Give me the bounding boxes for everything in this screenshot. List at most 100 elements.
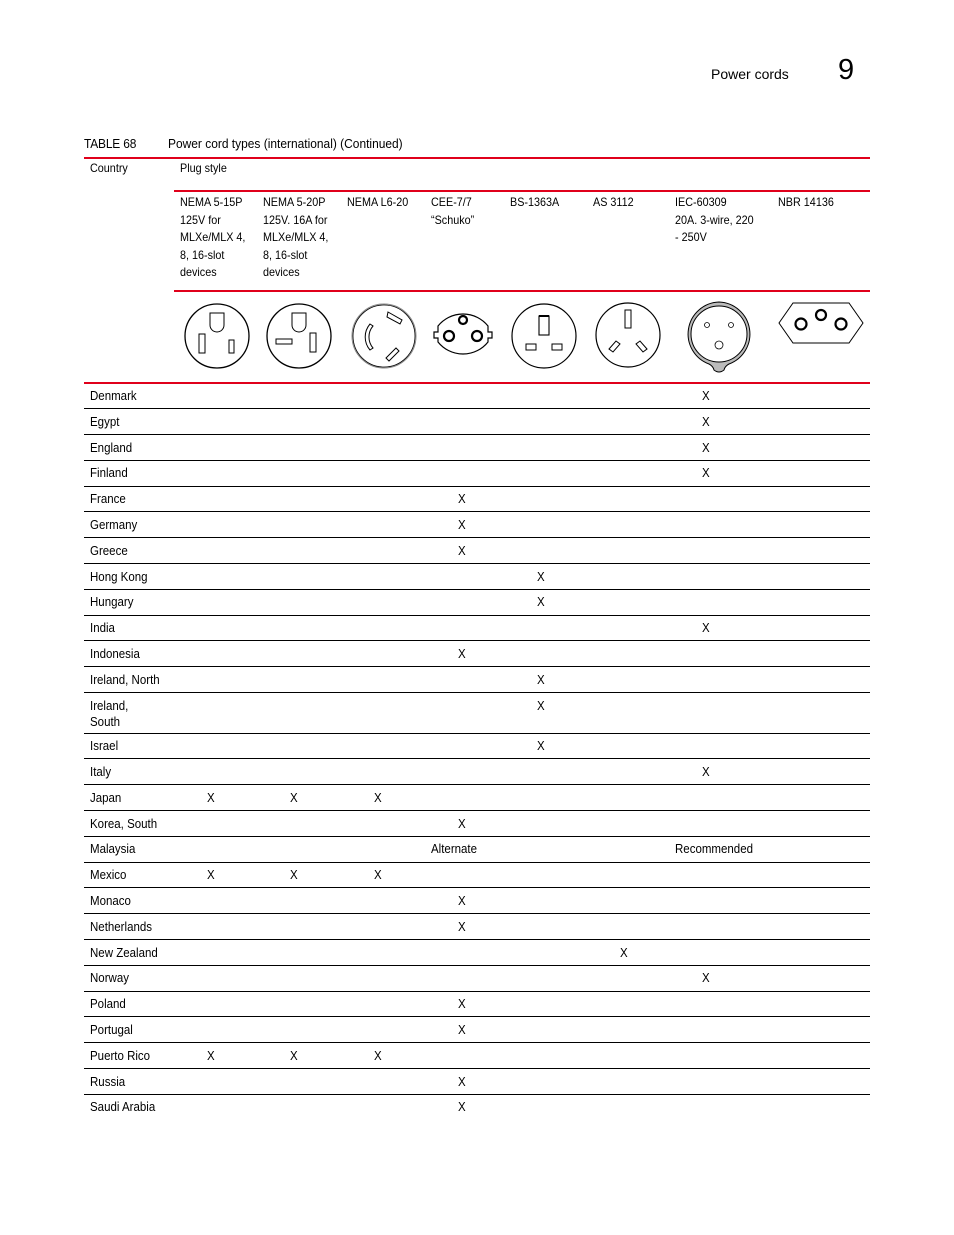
- table-row: France X: [84, 487, 870, 513]
- support-mark: X: [458, 1022, 466, 1037]
- country-cell: Russia: [90, 1074, 126, 1089]
- table-row: Germany X: [84, 513, 870, 539]
- support-mark: X: [537, 569, 545, 584]
- support-mark: X: [537, 739, 545, 754]
- support-mark: X: [458, 997, 466, 1012]
- support-mark: X: [207, 868, 215, 883]
- country-cell: England: [90, 440, 133, 455]
- country-cell: Monaco: [90, 893, 131, 908]
- column-header-line: NBR 14136: [778, 195, 834, 209]
- support-mark: X: [458, 518, 466, 532]
- support-mark: X: [290, 1048, 298, 1063]
- nema-l6-20-plug-icon: [351, 303, 417, 369]
- table-label: TABLE 68: [84, 136, 137, 151]
- support-mark: X: [290, 790, 298, 805]
- support-mark: X: [537, 672, 545, 687]
- table-row: Finland X: [84, 461, 870, 487]
- support-mark: X: [458, 647, 466, 661]
- table-row: Denmark X: [84, 384, 870, 410]
- table-row: Russia X: [84, 1070, 870, 1095]
- country-cell: Indonesia: [90, 647, 140, 661]
- country-cell: Japan: [90, 790, 122, 805]
- section-title: Power cords: [711, 66, 789, 82]
- support-mark: X: [374, 790, 382, 805]
- support-mark: X: [458, 1100, 466, 1115]
- support-mark: X: [702, 414, 710, 429]
- table-top-rule: [84, 157, 870, 159]
- country-cell: Korea, South: [90, 816, 158, 831]
- column-header-nema-5-20p: NEMA 5-20P 125V. 16A for MLXe/MLX 4, 8, 16-…: [263, 194, 328, 282]
- country-cell: Germany: [90, 518, 138, 532]
- support-mark: X: [374, 1048, 382, 1063]
- country-cell: Poland: [90, 997, 126, 1012]
- table-row: Malaysia Alternate Recommended: [84, 837, 870, 863]
- country-cell: Netherlands: [90, 919, 153, 934]
- country-cell: Hungary: [90, 595, 134, 610]
- column-header-line: 8, 16-slot: [263, 247, 308, 262]
- country-cell: Mexico: [90, 868, 127, 883]
- table-row: Egypt X: [84, 410, 870, 436]
- column-header-nema-5-15p: NEMA 5-15P 125V for MLXe/MLX 4, 8, 16-slot d…: [180, 194, 245, 282]
- country-cell: Greece: [90, 543, 128, 558]
- schuko-plug-icon: [433, 313, 493, 355]
- country-cell: Ireland, South: [90, 698, 129, 729]
- column-header-line: MLXe/MLX 4,: [263, 230, 329, 244]
- table-row: Poland X: [84, 992, 870, 1018]
- column-header-line: NEMA 5-15P: [180, 195, 243, 209]
- table-row: Hungary X: [84, 590, 870, 616]
- table-row: Ireland, North X: [84, 668, 870, 694]
- column-header-line: MLXe/MLX 4,: [180, 230, 246, 244]
- table-row: Portugal X: [84, 1018, 870, 1044]
- country-cell: Finland: [90, 466, 128, 481]
- support-mark: X: [702, 764, 710, 779]
- support-mark: X: [458, 492, 466, 507]
- support-mark: X: [702, 389, 710, 403]
- table-row: Puerto Rico X X X: [84, 1044, 870, 1069]
- table-caption: TABLE 68 Power cord types (international)…: [84, 136, 423, 151]
- column-header-line: IEC-60309: [675, 195, 727, 209]
- country-cell: Denmark: [90, 389, 137, 403]
- table-row: India X: [84, 616, 870, 642]
- country-cell: Israel: [90, 739, 119, 754]
- table-row: Italy X: [84, 760, 870, 786]
- column-header-bs-1363a: BS-1363A: [510, 194, 559, 212]
- plug-icons-top-rule: [174, 290, 870, 292]
- column-header-nbr-14136: NBR 14136: [778, 194, 834, 212]
- column-header-line: CEE-7/7: [431, 195, 472, 209]
- column-header-line: “Schuko”: [431, 212, 475, 227]
- support-mark: X: [458, 893, 466, 908]
- table-row: Israel X: [84, 734, 870, 760]
- column-header-line: devices: [263, 265, 300, 279]
- country-header: Country: [90, 161, 128, 175]
- support-note: Recommended: [675, 842, 753, 857]
- support-mark: X: [620, 945, 628, 960]
- table-row: Netherlands X: [84, 915, 870, 940]
- country-cell: New Zealand: [90, 945, 158, 960]
- table-row: Greece X: [84, 539, 870, 565]
- support-mark: X: [702, 971, 710, 986]
- country-cell: Malaysia: [90, 842, 136, 857]
- column-header-line: 20A. 3-wire, 220: [675, 212, 754, 227]
- support-mark: X: [537, 595, 545, 610]
- support-mark: X: [458, 1074, 466, 1089]
- plug-style-header: Plug style: [180, 161, 227, 175]
- column-header-as-3112: AS 3112: [593, 194, 634, 212]
- column-header-line: 125V. 16A for: [263, 212, 328, 227]
- support-mark: X: [702, 621, 710, 636]
- support-mark: X: [458, 919, 466, 934]
- country-cell: France: [90, 492, 126, 507]
- table-row: Norway X: [84, 966, 870, 992]
- country-cell: Norway: [90, 971, 129, 986]
- country-cell: Ireland, North: [90, 672, 160, 687]
- as-3112-plug-icon: [595, 302, 661, 368]
- column-header-line: AS 3112: [593, 195, 634, 209]
- column-header-nema-l6-20: NEMA L6-20: [347, 194, 408, 212]
- support-note: Alternate: [431, 842, 478, 857]
- country-cell: Italy: [90, 764, 112, 779]
- nbr-14136-plug-icon: [778, 302, 864, 344]
- country-cell: Hong Kong: [90, 569, 148, 584]
- country-cell: Saudi Arabia: [90, 1100, 156, 1115]
- table-title: Power cord types (international) (Contin…: [168, 136, 403, 151]
- country-cell: Puerto Rico: [90, 1048, 151, 1063]
- nema-5-20p-plug-icon: [266, 303, 332, 369]
